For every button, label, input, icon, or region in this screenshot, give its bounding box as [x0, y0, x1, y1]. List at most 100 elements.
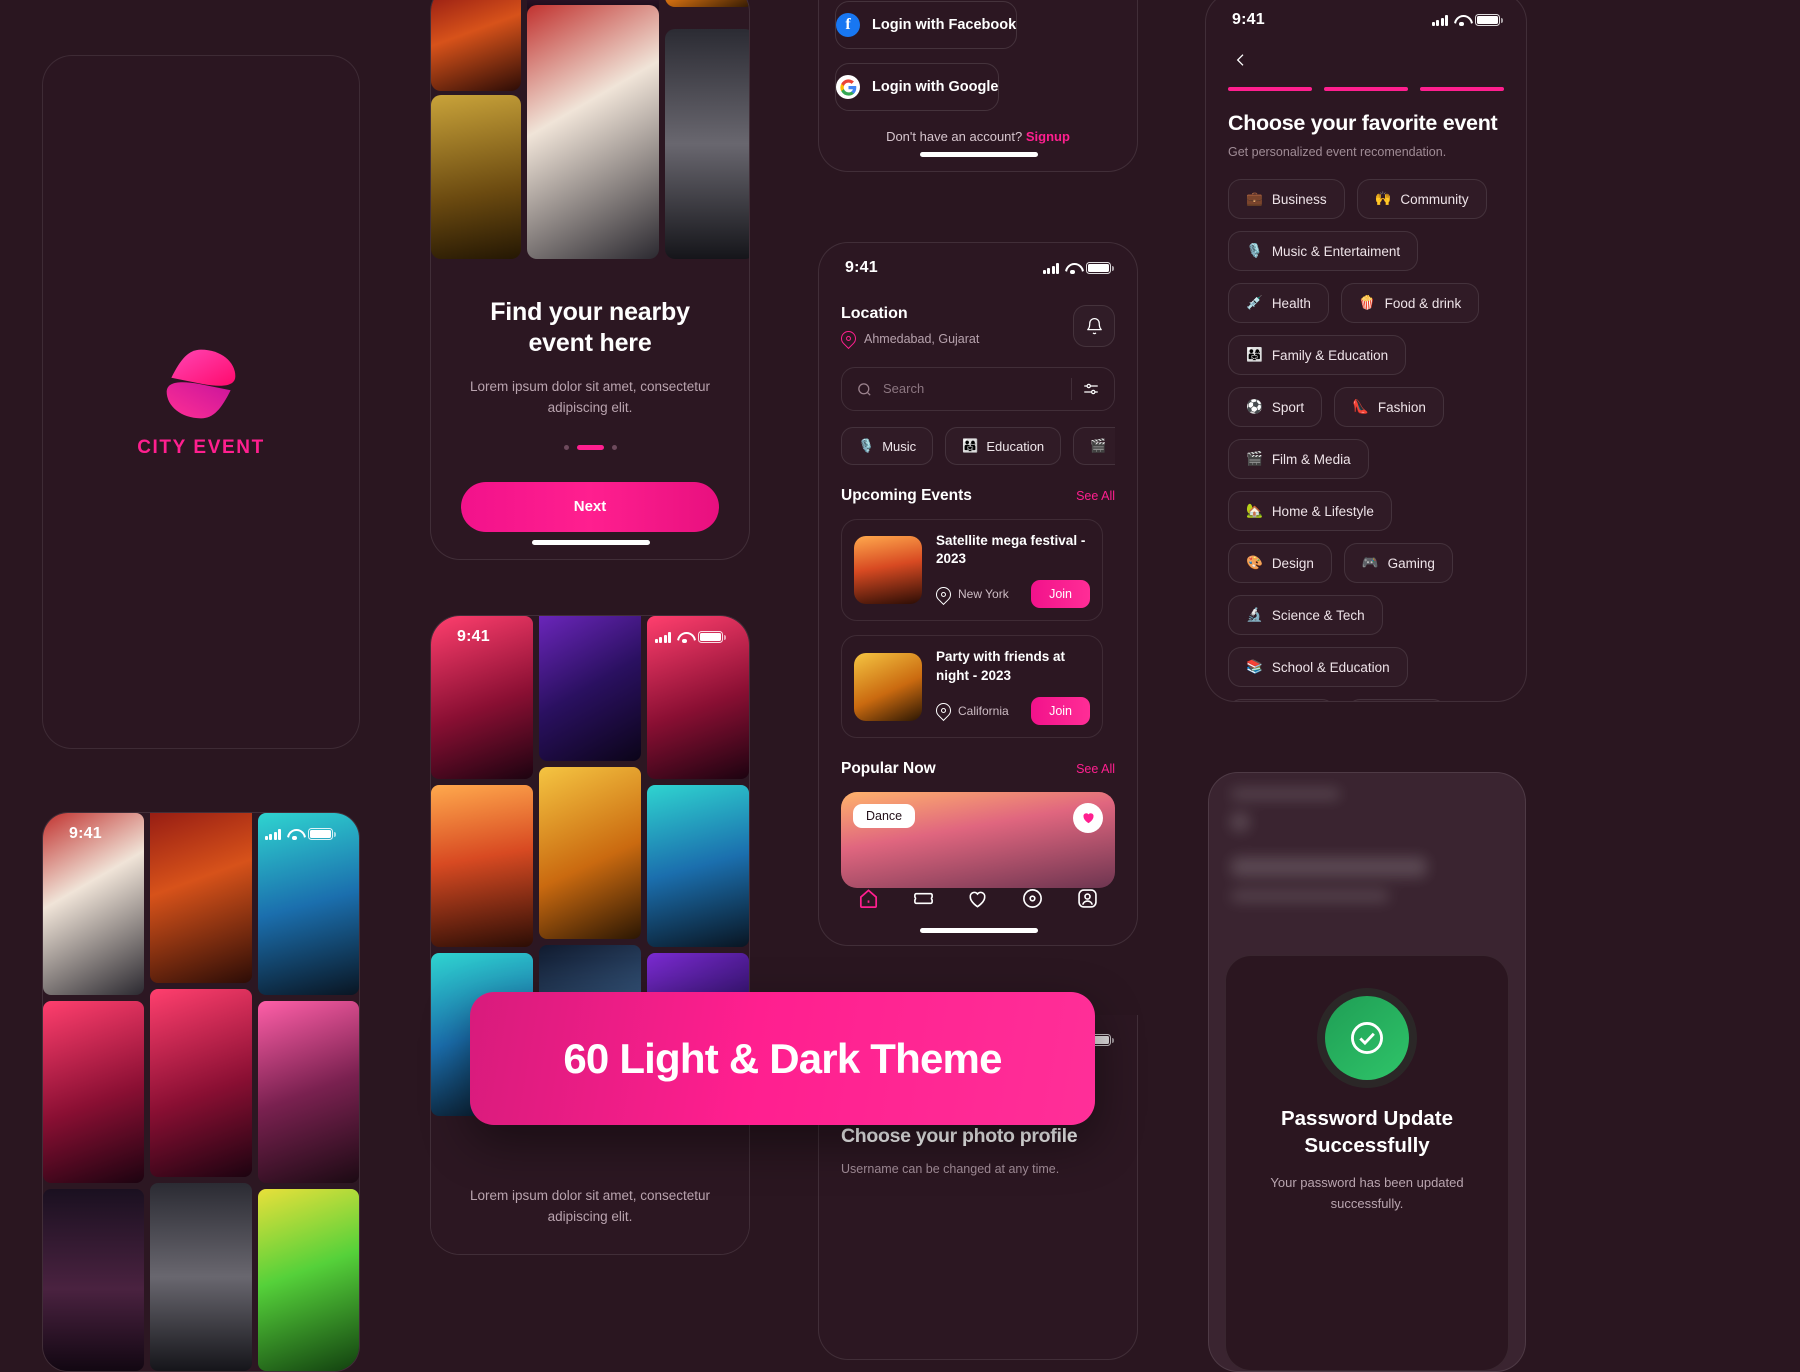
category-science-tech[interactable]: 🔬 Science & Tech — [1228, 595, 1383, 635]
collage-photo — [431, 784, 533, 948]
category-label: Gaming — [1387, 555, 1435, 571]
success-title-line2: Successfully — [1304, 1133, 1430, 1157]
microphone-icon: 🎙️ — [858, 438, 875, 453]
status-time: 9:41 — [69, 825, 102, 842]
collage-photo — [539, 767, 641, 939]
onboarding-title-line2: event here — [528, 329, 652, 358]
success-dialog: Password Update Successfully Your passwo… — [1225, 955, 1509, 1371]
nav-tickets[interactable] — [912, 887, 935, 915]
event-thumbnail — [854, 536, 922, 605]
house-icon: 🏡 — [1246, 503, 1263, 518]
category-fashion[interactable]: 👠 Fashion — [1334, 387, 1444, 427]
books-icon: 📚 — [1246, 659, 1263, 674]
category-film-media[interactable]: 🎬 Film & Media — [1228, 439, 1369, 479]
event-name: Party with friends at night - 2023 — [936, 649, 1066, 683]
category-holiday[interactable]: 🏖️Holiday — [1228, 699, 1335, 701]
event-card[interactable]: Satellite mega festival - 2023 New York … — [841, 519, 1103, 622]
brand-name: CITY EVENT — [137, 437, 265, 458]
onboarding-screen: Find your nearby event here Lorem ipsum … — [430, 0, 750, 560]
search-input[interactable] — [883, 381, 1061, 396]
category-label: Community — [1400, 191, 1469, 207]
collage-photo — [647, 784, 749, 948]
clapperboard-icon: 🎬 — [1246, 451, 1263, 466]
collage-photo — [665, 0, 749, 7]
pager-dot-active[interactable] — [576, 444, 604, 450]
page-subtitle: Get personalized event recomendation. — [1228, 145, 1447, 159]
category-design[interactable]: 🎨 Design — [1228, 543, 1332, 583]
see-all-upcoming[interactable]: See All — [1076, 489, 1115, 503]
search-divider — [1071, 378, 1072, 400]
pager-dot[interactable] — [611, 444, 617, 450]
category-health[interactable]: 💉 Health — [1228, 283, 1329, 323]
location-value-row[interactable]: Ahmedabad, Gujarat — [837, 327, 979, 350]
collage-photo — [43, 1001, 145, 1183]
popular-now-row: Dance Po — [841, 791, 1115, 888]
category-school-education[interactable]: 📚 School & Education — [1228, 647, 1408, 687]
filter-icon[interactable] — [1082, 380, 1100, 398]
success-badge — [1325, 996, 1409, 1080]
join-button[interactable]: Join — [1031, 580, 1090, 609]
popular-card[interactable]: Dance — [841, 791, 1115, 888]
search-icon — [858, 382, 871, 396]
chip-music[interactable]: 🎙️ Music — [841, 427, 934, 465]
heart-icon — [969, 891, 986, 908]
back-button[interactable] — [1228, 47, 1254, 73]
chip-education[interactable]: 👨‍👩‍👧 Education — [945, 427, 1062, 465]
battery-icon — [1475, 14, 1503, 26]
nav-profile[interactable] — [1076, 887, 1099, 915]
status-time: 9:41 — [845, 259, 878, 276]
chip-label: Film & — [1114, 439, 1115, 454]
category-music-entertainment[interactable]: 🎙️ Music & Entertaiment — [1228, 231, 1419, 271]
bell-icon — [1086, 317, 1102, 334]
category-business[interactable]: 💼 Business — [1228, 179, 1345, 219]
popular-badge: Dance — [853, 803, 916, 828]
category-home-lifestyle[interactable]: 🏡 Home & Lifestyle — [1228, 491, 1392, 531]
category-label: Family & Education — [1271, 347, 1389, 363]
login-facebook-label: Login with Facebook — [872, 17, 1017, 33]
popular-now-header: Popular Now See All — [841, 760, 1115, 778]
category-food-drink[interactable]: 🍿 Food & drink — [1340, 283, 1480, 323]
onboarding-subtitle: Lorem ipsum dolor sit amet, consectetur … — [469, 378, 711, 416]
upcoming-events-header: Upcoming Events See All — [841, 487, 1115, 505]
blur-placeholder — [1231, 891, 1389, 901]
favorite-button[interactable] — [1073, 802, 1103, 833]
join-button[interactable]: Join — [1031, 696, 1090, 725]
chip-label: Education — [986, 438, 1045, 454]
blur-placeholder — [1231, 857, 1427, 877]
collage-screen: 9:41 — [42, 812, 360, 1372]
next-button[interactable]: Next — [461, 481, 719, 532]
nav-favorites[interactable] — [966, 887, 989, 915]
category-family-education[interactable]: 👨‍👩‍👧 Family & Education — [1228, 335, 1407, 375]
signup-link[interactable]: Signup — [1026, 129, 1070, 144]
location-pin-icon — [932, 583, 955, 606]
high-heel-icon: 👠 — [1352, 399, 1369, 414]
favorite-event-screen: 9:41 Choose your favorite event Get pers… — [1205, 0, 1527, 702]
notification-button[interactable] — [1073, 305, 1115, 347]
wifi-icon — [287, 829, 302, 841]
collage-photo — [150, 1183, 252, 1371]
login-google-button[interactable]: Login with Google — [835, 63, 1000, 111]
signal-icon — [654, 631, 671, 643]
chip-film[interactable]: 🎬 Film & — [1073, 427, 1115, 465]
nav-home[interactable] — [857, 887, 880, 915]
login-screen: f Login with Facebook Login with Google … — [818, 0, 1138, 172]
home-screen: 9:41 Location Ahmedabad, Gujarat Search … — [818, 242, 1138, 946]
category-label: Business — [1271, 191, 1327, 207]
home-icon — [859, 889, 877, 908]
collage-photo — [431, 95, 521, 259]
login-facebook-button[interactable]: f Login with Facebook — [835, 1, 1018, 49]
see-all-popular[interactable]: See All — [1076, 762, 1115, 776]
category-label: Health — [1271, 295, 1311, 311]
clapperboard-icon: 🎬 — [1090, 438, 1107, 453]
category-community[interactable]: 🙌 Community — [1356, 179, 1487, 219]
category-list: 💼 Business 🙌 Community 🎙️ Music & Entertaim… — [1206, 159, 1526, 701]
event-card[interactable]: Party with friends at night - 2023 Calif… — [841, 635, 1103, 738]
category-travel[interactable]: ✈️Travel — [1346, 699, 1446, 701]
event-location-label: New York — [958, 587, 1009, 602]
search-bar[interactable] — [841, 367, 1115, 411]
category-sport[interactable]: ⚽ Sport — [1228, 387, 1323, 427]
event-location: New York — [932, 583, 1009, 606]
category-gaming[interactable]: 🎮 Gaming — [1343, 543, 1453, 583]
pager-dot[interactable] — [563, 444, 569, 450]
nav-explore[interactable] — [1021, 887, 1044, 915]
